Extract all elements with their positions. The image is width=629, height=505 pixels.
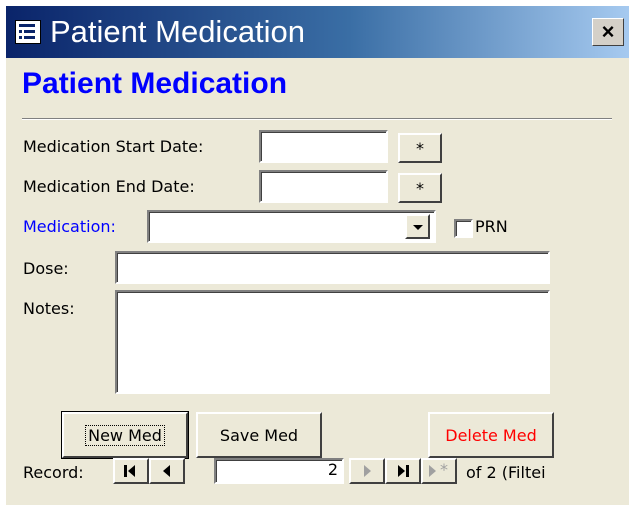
window-title: Patient Medication [50, 14, 306, 49]
dose-label: Dose: [23, 259, 69, 278]
previous-record-button[interactable] [149, 458, 185, 484]
notes-textarea[interactable] [115, 290, 550, 394]
combo-dropdown-button[interactable] [405, 214, 430, 239]
form-icon [15, 20, 41, 44]
heading-divider [22, 118, 612, 120]
end-date-picker-button[interactable]: * [398, 173, 442, 203]
start-date-picker-button[interactable]: * [398, 133, 442, 163]
new-med-button[interactable]: New Med [61, 411, 189, 459]
record-label: Record: [23, 463, 84, 482]
start-date-label: Medication Start Date: [23, 137, 204, 156]
medication-combo[interactable] [147, 210, 436, 243]
new-record-button[interactable]: * [421, 458, 457, 484]
last-record-button[interactable] [385, 458, 421, 484]
save-med-button[interactable]: Save Med [196, 412, 322, 458]
start-date-input[interactable] [259, 130, 388, 163]
title-bar[interactable]: Patient Medication × [6, 6, 629, 58]
first-record-button[interactable] [113, 458, 149, 484]
close-icon: × [601, 19, 615, 44]
prn-label: PRN [475, 217, 508, 236]
asterisk-icon: * [416, 178, 424, 198]
end-date-input[interactable] [259, 170, 388, 203]
patient-medication-window: Patient Medication × Patient Medication … [5, 5, 629, 505]
asterisk-icon: * [416, 138, 424, 158]
next-record-button[interactable] [349, 458, 385, 484]
close-button[interactable]: × [592, 18, 624, 46]
delete-med-button[interactable]: Delete Med [428, 412, 554, 458]
record-count: of 2 (Filtei [466, 463, 546, 482]
next-icon [364, 465, 371, 477]
notes-label: Notes: [23, 299, 75, 318]
prn-checkbox[interactable] [454, 219, 473, 238]
end-date-label: Medication End Date: [23, 177, 195, 196]
medication-label: Medication: [23, 217, 116, 236]
previous-icon [163, 465, 170, 477]
chevron-down-icon [412, 224, 423, 230]
dose-input[interactable] [115, 251, 550, 284]
record-number-input[interactable]: 2 [214, 458, 344, 484]
form-heading: Patient Medication [22, 67, 288, 100]
